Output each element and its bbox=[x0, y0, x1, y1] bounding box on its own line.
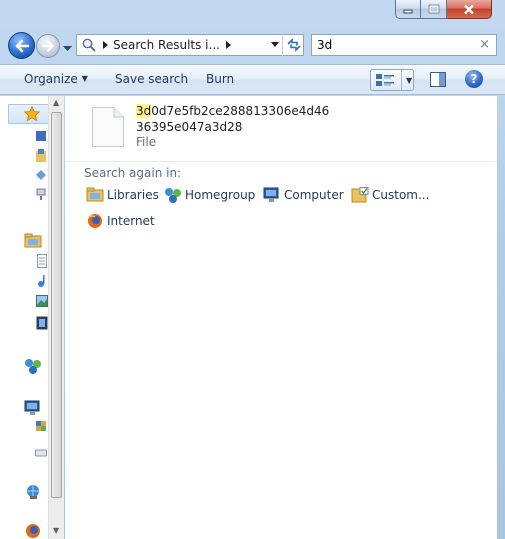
pictures-library-icon[interactable] bbox=[36, 295, 48, 307]
internet-icon bbox=[88, 214, 102, 228]
location-label: Internet bbox=[107, 214, 155, 228]
preview-pane-icon bbox=[430, 72, 446, 87]
search-again-internet[interactable]: Internet bbox=[86, 213, 155, 229]
window-controls bbox=[395, 0, 492, 20]
scroll-down-icon[interactable]: ▼ bbox=[53, 526, 59, 535]
minimize-button[interactable] bbox=[395, 0, 421, 19]
refresh-button[interactable] bbox=[282, 34, 304, 56]
minimize-icon bbox=[403, 9, 413, 14]
forward-button[interactable] bbox=[36, 34, 60, 58]
search-again-computer[interactable]: Computer bbox=[263, 187, 344, 203]
computer-icon bbox=[263, 187, 279, 202]
downloads-folder-icon[interactable] bbox=[35, 149, 47, 163]
file-name-rest: 0d7e5fb2ce288813306e4d4636395e047a3d28 bbox=[136, 104, 330, 134]
location-label: Computer bbox=[284, 188, 344, 202]
homegroup-icon[interactable] bbox=[24, 358, 42, 374]
refresh-icon bbox=[286, 38, 301, 52]
search-again-homegroup[interactable]: Homegroup bbox=[164, 187, 255, 203]
chevron-down-icon[interactable]: ▼ bbox=[406, 76, 412, 85]
drive-icon[interactable] bbox=[35, 449, 47, 457]
change-view-button[interactable]: ▼ bbox=[370, 69, 414, 91]
organize-label: Organize bbox=[24, 72, 78, 86]
file-name: 3d0d7e5fb2ce288813306e4d4636395e047a3d28 bbox=[136, 103, 336, 135]
chevron-down-icon: ▼ bbox=[81, 74, 88, 83]
scroll-up-icon[interactable]: ▲ bbox=[53, 98, 59, 107]
scrollbar-thumb[interactable] bbox=[51, 112, 62, 498]
breadcrumb-separator-icon bbox=[103, 41, 108, 49]
close-button[interactable] bbox=[447, 0, 492, 19]
breadcrumb-separator-icon[interactable] bbox=[225, 41, 231, 49]
navigation-pane: ▲ ▼ bbox=[0, 96, 64, 539]
views-separator bbox=[401, 70, 402, 90]
views-icon bbox=[376, 74, 394, 86]
back-arrow-icon bbox=[15, 39, 29, 52]
file-icon bbox=[92, 107, 124, 147]
back-button[interactable] bbox=[8, 32, 35, 59]
content-pane: 3d0d7e5fb2ce288813306e4d4636395e047a3d28… bbox=[65, 96, 497, 539]
network-icon[interactable] bbox=[24, 484, 42, 500]
search-input[interactable] bbox=[317, 38, 467, 52]
breadcrumb-search-results[interactable]: Search Results i... bbox=[113, 38, 220, 52]
firefox-icon[interactable] bbox=[24, 523, 42, 539]
videos-library-icon[interactable] bbox=[36, 316, 48, 330]
file-type: File bbox=[136, 135, 157, 149]
custom-folder-icon bbox=[351, 187, 369, 203]
libraries-icon[interactable] bbox=[24, 233, 42, 248]
libraries-icon bbox=[86, 187, 104, 202]
search-again-label: Search again in: bbox=[84, 166, 182, 180]
chevron-down-icon bbox=[63, 46, 72, 51]
search-again-libraries[interactable]: Libraries bbox=[86, 187, 159, 203]
help-icon[interactable]: ? bbox=[465, 70, 483, 88]
save-search-button[interactable]: Save search bbox=[115, 72, 188, 86]
burn-button[interactable]: Burn bbox=[206, 72, 234, 86]
favorites-star-icon bbox=[24, 106, 40, 122]
explorer-window: Search Results i... × Organize▼ Save sea… bbox=[0, 0, 505, 539]
local-disk-icon[interactable] bbox=[35, 420, 47, 434]
network-place-icon[interactable] bbox=[35, 188, 47, 202]
forward-arrow-icon bbox=[41, 40, 54, 52]
recent-pages-button[interactable] bbox=[63, 41, 72, 55]
close-icon bbox=[464, 4, 474, 14]
nav-pane-scrollbar[interactable]: ▲ ▼ bbox=[48, 96, 64, 539]
search-box[interactable]: × bbox=[311, 34, 497, 56]
desktop-icon[interactable] bbox=[35, 130, 47, 142]
homegroup-icon bbox=[165, 188, 181, 203]
search-again-custom[interactable]: Custom... bbox=[351, 187, 429, 203]
search-folder-icon bbox=[82, 38, 96, 52]
command-bar: Organize ▼ Save search Burn ▼ ? bbox=[0, 64, 505, 95]
location-label: Libraries bbox=[107, 188, 159, 202]
maximize-button[interactable] bbox=[421, 0, 447, 19]
location-label: Custom... bbox=[372, 188, 430, 202]
organize-button[interactable]: Organize ▼ bbox=[24, 72, 88, 86]
address-bar[interactable]: Search Results i... bbox=[76, 34, 304, 56]
search-result-item[interactable]: 3d0d7e5fb2ce288813306e4d4636395e047a3d28… bbox=[65, 96, 497, 162]
search-term-highlight: 3d bbox=[136, 104, 152, 118]
address-dropdown-icon[interactable] bbox=[271, 42, 279, 47]
computer-icon[interactable] bbox=[24, 400, 42, 416]
recent-places-icon[interactable] bbox=[35, 169, 47, 181]
preview-pane-button[interactable] bbox=[430, 72, 446, 90]
maximize-icon bbox=[428, 4, 439, 14]
location-label: Homegroup bbox=[185, 188, 256, 202]
music-library-icon[interactable] bbox=[37, 274, 47, 288]
clear-search-icon[interactable]: × bbox=[479, 37, 490, 52]
documents-library-icon[interactable] bbox=[37, 254, 47, 268]
